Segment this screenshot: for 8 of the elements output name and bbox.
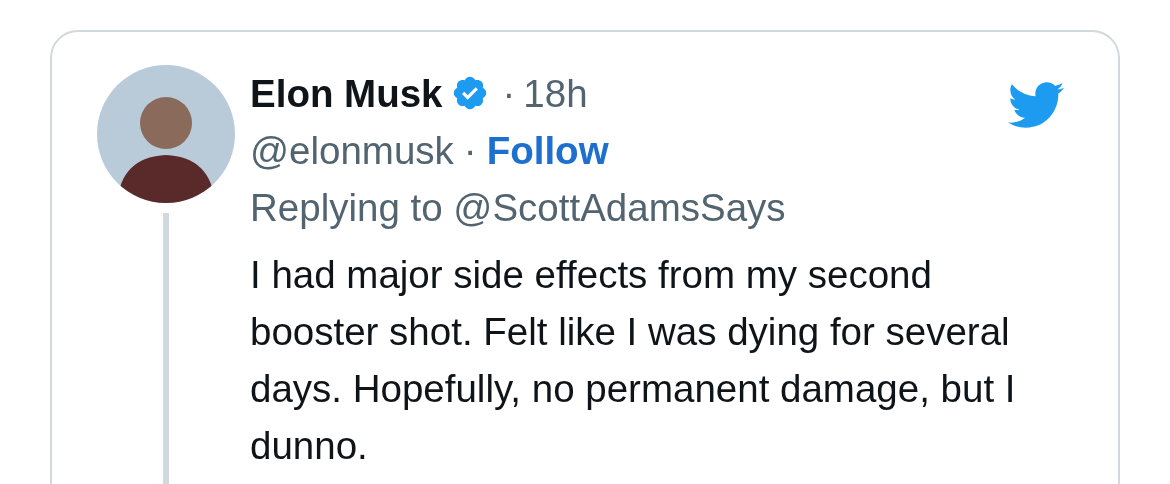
- separator: ·: [463, 128, 477, 174]
- timestamp[interactable]: 18h: [523, 65, 588, 122]
- tweet-text: I had major side effects from my second booster shot. Felt like I was dying for several days. Hopefully, no permanent damage, but I dunno.: [250, 252, 1017, 469]
- replying-to-text: Replying to @ScottAdamsSays: [250, 185, 787, 231]
- separator: ·: [502, 71, 516, 117]
- user-handle[interactable]: @elonmusk: [250, 122, 454, 179]
- author-name[interactable]: Elon Musk: [250, 65, 443, 122]
- follow-link[interactable]: Follow: [486, 122, 609, 179]
